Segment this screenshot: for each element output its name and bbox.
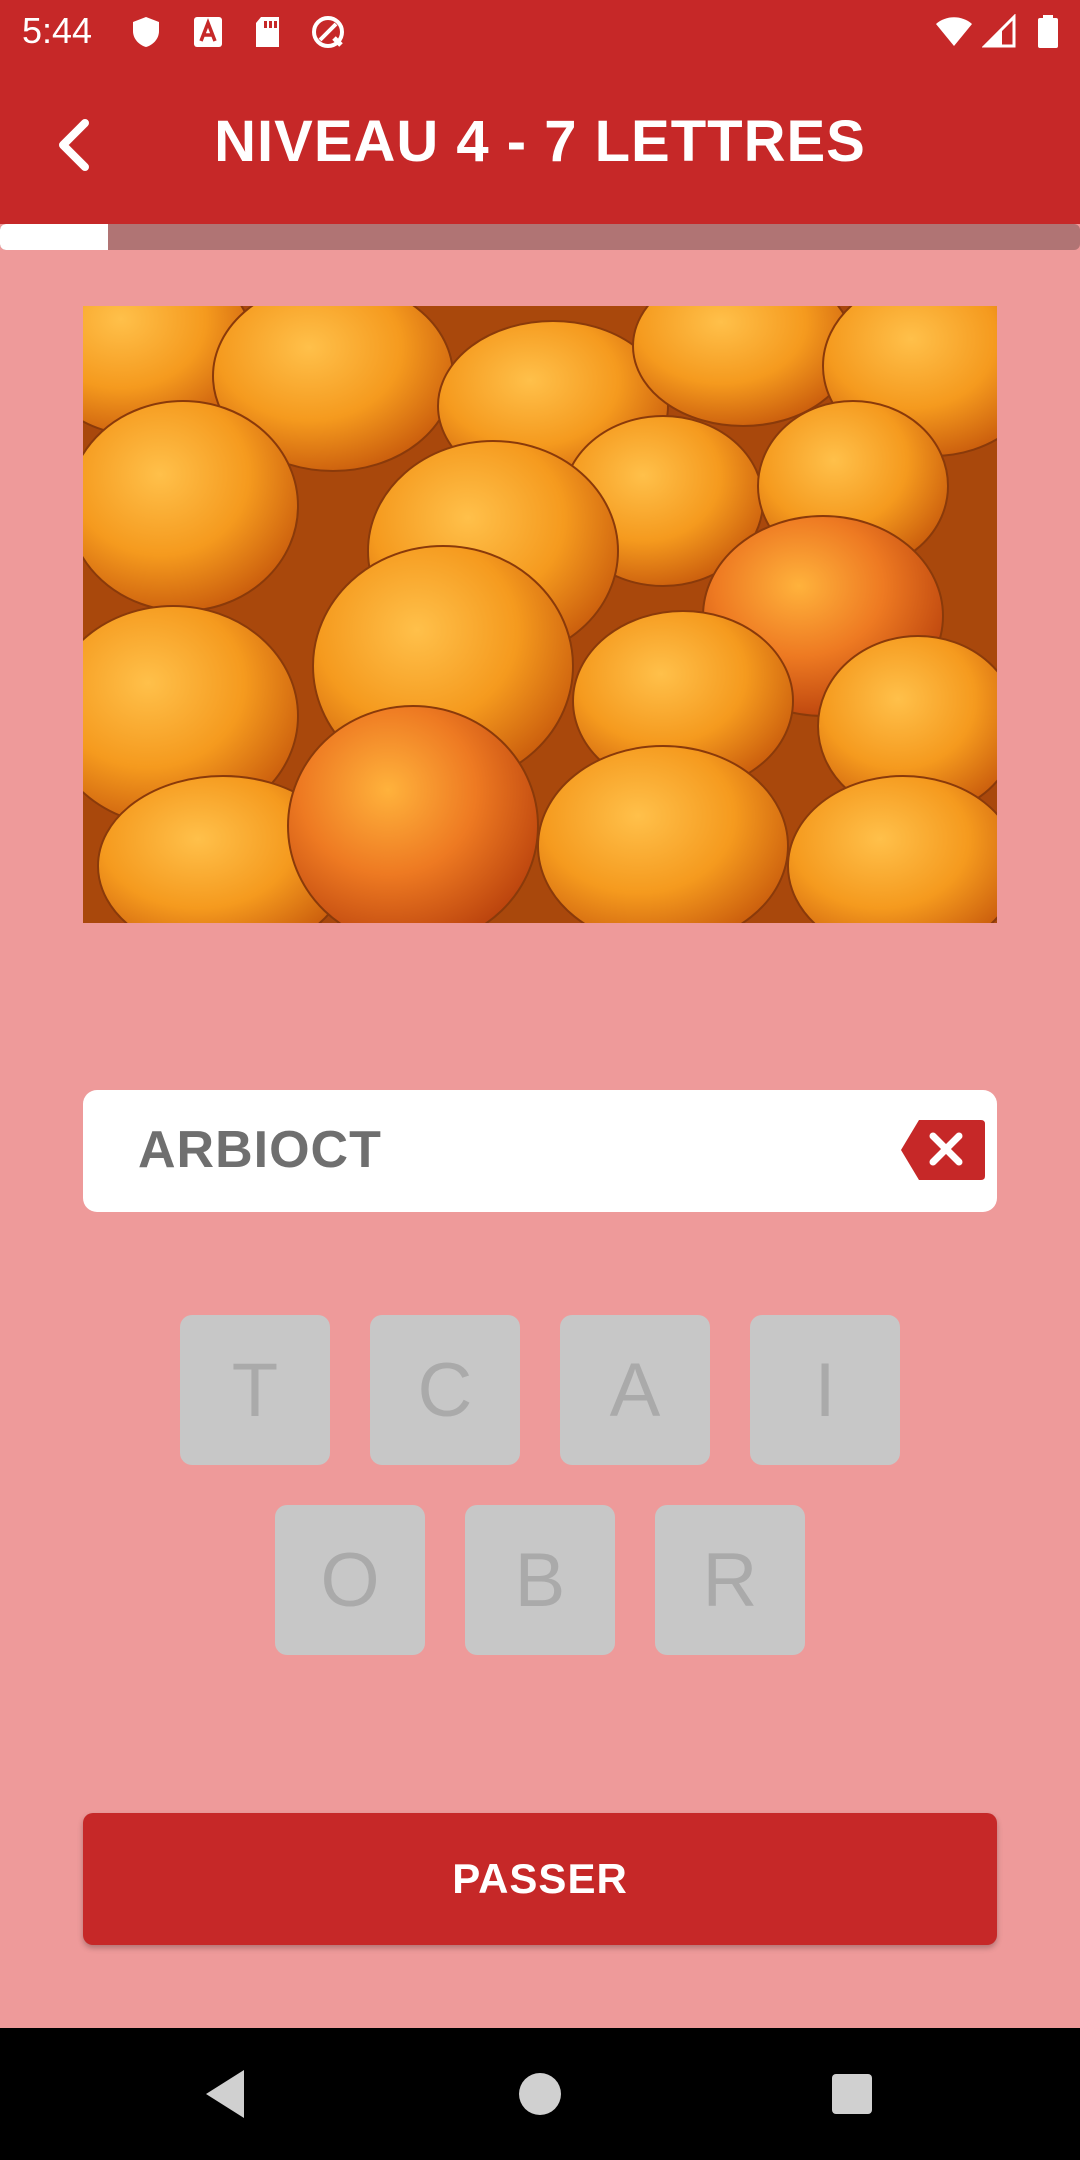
- system-nav-bar: [0, 2028, 1080, 2160]
- letter-tile[interactable]: C: [370, 1315, 520, 1465]
- level-progress-bar: [0, 224, 1080, 250]
- letter-tile[interactable]: O: [275, 1505, 425, 1655]
- status-bar: 5:44: [0, 0, 1080, 66]
- letter-tile[interactable]: A: [560, 1315, 710, 1465]
- back-triangle-icon[interactable]: [196, 2064, 256, 2124]
- letter-tile[interactable]: I: [750, 1315, 900, 1465]
- status-time: 5:44: [22, 10, 93, 51]
- apricots-photo: [83, 306, 997, 923]
- signal-icon: [982, 14, 1016, 48]
- clear-answer-button[interactable]: [899, 1118, 985, 1182]
- battery-icon: [1038, 15, 1058, 48]
- answer-field: ARBIOCT: [83, 1090, 997, 1212]
- recents-square-icon[interactable]: [822, 2064, 882, 2124]
- shield-icon: [133, 17, 159, 47]
- letter-tile[interactable]: T: [180, 1315, 330, 1465]
- sd-card-icon: [256, 17, 279, 47]
- a-letter-icon: [194, 17, 222, 47]
- puzzle-image: [83, 306, 997, 923]
- sync-icon: [312, 16, 344, 48]
- letter-tile[interactable]: R: [655, 1505, 805, 1655]
- letter-tile[interactable]: B: [465, 1505, 615, 1655]
- pass-button[interactable]: PASSER: [83, 1813, 997, 1945]
- wifi-icon: [936, 17, 972, 46]
- app-bar: NIVEAU 4 - 7 LETTRES: [0, 66, 1080, 224]
- home-circle-icon[interactable]: [510, 2064, 570, 2124]
- answer-text: ARBIOCT: [138, 1121, 382, 1179]
- level-progress-fill: [0, 224, 108, 250]
- level-title: NIVEAU 4 - 7 LETTRES: [214, 109, 866, 174]
